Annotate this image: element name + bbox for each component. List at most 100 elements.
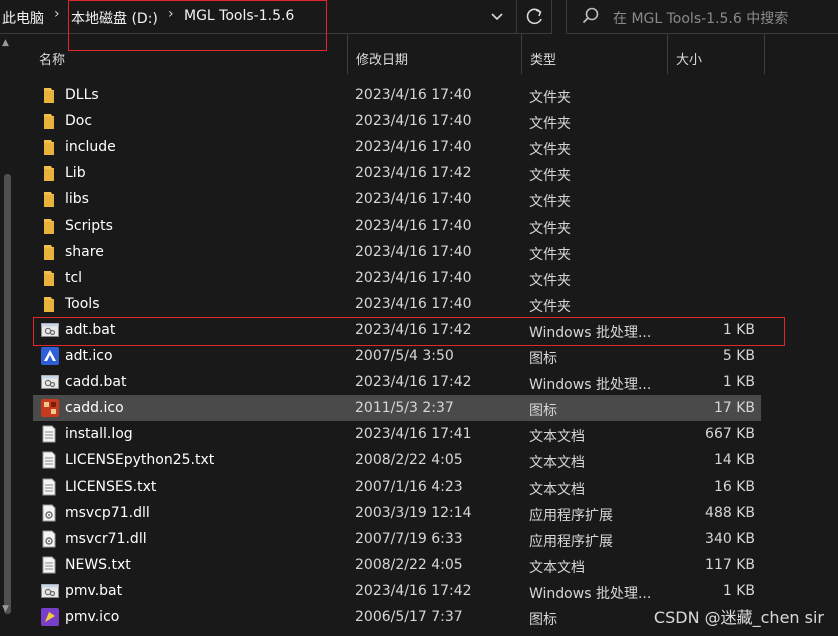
text-file-icon [41, 478, 57, 496]
file-row[interactable]: adt.ico 2007/5/4 3:50 图标 5 KB [33, 343, 761, 369]
breadcrumb-drive-d[interactable]: 本地磁盘 (D:) [71, 8, 158, 28]
search-box[interactable]: 在 MGL Tools-1.5.6 中搜索 [566, 0, 838, 34]
file-modified-date: 2023/4/16 17:41 [355, 426, 472, 443]
chevron-right-icon[interactable]: › [168, 6, 174, 22]
file-name: cadd.bat [65, 374, 127, 391]
file-row[interactable]: msvcr71.dll 2007/7/19 6:33 应用程序扩展 340 KB [33, 526, 761, 552]
file-size: 488 KB [705, 504, 755, 521]
file-row[interactable]: tcl 2023/4/16 17:40 文件夹 [33, 265, 761, 291]
file-name: tcl [65, 269, 83, 286]
column-header-type[interactable]: 类型 [522, 34, 668, 74]
chevron-down-icon[interactable] [486, 6, 508, 28]
batch-file-icon [41, 373, 59, 391]
dll-file-icon [41, 504, 57, 522]
file-name: Scripts [65, 217, 113, 234]
file-modified-date: 2023/4/16 17:40 [355, 217, 472, 234]
column-header-size[interactable]: 大小 [668, 34, 765, 74]
file-row[interactable]: cadd.bat 2023/4/16 17:42 Windows 批处理... 1 K… [33, 369, 761, 395]
file-row[interactable]: Doc 2023/4/16 17:40 文件夹 [33, 108, 761, 134]
batch-file-icon [41, 582, 59, 600]
file-type: Windows 批处理... [529, 585, 652, 602]
file-type: 文件夹 [529, 220, 571, 237]
file-name: Lib [65, 165, 86, 182]
file-row[interactable]: DLLs 2023/4/16 17:40 文件夹 [33, 82, 761, 108]
file-type: 文本文档 [529, 455, 585, 472]
file-name: adt.ico [65, 348, 113, 364]
file-type: 文件夹 [529, 90, 571, 106]
file-row[interactable]: LICENSES.txt 2007/1/16 4:23 文本文档 16 KB [33, 474, 761, 500]
file-modified-date: 2011/5/3 2:37 [355, 400, 454, 417]
file-name: LICENSEpython25.txt [65, 452, 215, 469]
folder-icon [41, 269, 57, 287]
file-name: Tools [65, 295, 100, 312]
file-size: 16 KB [713, 478, 755, 495]
file-type: Windows 批处理... [529, 324, 652, 341]
file-type: 文件夹 [529, 168, 571, 185]
refresh-button[interactable] [516, 0, 552, 34]
file-size: 117 KB [705, 556, 755, 573]
file-row[interactable]: Scripts 2023/4/16 17:40 文件夹 [33, 213, 761, 239]
file-type: 文件夹 [529, 272, 571, 289]
search-icon [582, 7, 599, 24]
column-header: 名称 修改日期 类型 大小 [15, 34, 838, 74]
scroll-down-icon[interactable]: ▼ [2, 604, 9, 614]
file-modified-date: 2023/4/16 17:40 [355, 243, 472, 260]
folder-icon [41, 190, 57, 208]
file-name: msvcp71.dll [65, 504, 150, 521]
file-row[interactable]: libs 2023/4/16 17:40 文件夹 [33, 186, 761, 212]
file-modified-date: 2007/5/4 3:50 [355, 348, 454, 364]
column-label-type: 类型 [530, 53, 557, 68]
file-type: 文件夹 [529, 246, 571, 263]
folder-icon [41, 112, 57, 130]
folder-icon [41, 164, 57, 182]
file-type: 应用程序扩展 [529, 507, 613, 524]
column-header-name[interactable]: 名称 [15, 34, 348, 74]
file-size: 1 KB [722, 374, 755, 391]
blue-ico-icon [41, 347, 59, 365]
file-modified-date: 2003/3/19 12:14 [355, 504, 472, 521]
file-modified-date: 2008/2/22 4:05 [355, 556, 463, 573]
file-name: install.log [65, 426, 133, 443]
search-placeholder: 在 MGL Tools-1.5.6 中搜索 [613, 11, 789, 27]
folder-icon [41, 295, 57, 313]
file-modified-date: 2023/4/16 17:40 [355, 269, 472, 286]
file-modified-date: 2023/4/16 17:42 [355, 374, 472, 391]
column-label-date: 修改日期 [356, 53, 409, 68]
refresh-icon [526, 8, 542, 25]
column-header-date[interactable]: 修改日期 [348, 34, 522, 74]
breadcrumb[interactable]: 此电脑 › 本地磁盘 (D:) › MGL Tools-1.5.6 [0, 0, 552, 34]
file-row[interactable]: msvcp71.dll 2003/3/19 12:14 应用程序扩展 488 KB [33, 500, 761, 526]
file-row[interactable]: install.log 2023/4/16 17:41 文本文档 667 KB [33, 421, 761, 447]
file-row[interactable]: Tools 2023/4/16 17:40 文件夹 [33, 291, 761, 317]
scroll-up-icon[interactable]: ▲ [2, 38, 9, 48]
file-modified-date: 2023/4/16 17:40 [355, 295, 472, 312]
scrollbar-thumb[interactable] [4, 174, 11, 614]
breadcrumb-this-pc[interactable]: 此电脑 [2, 8, 44, 28]
file-size: 14 KB [713, 452, 755, 469]
file-row[interactable]: NEWS.txt 2008/2/22 4:05 文本文档 117 KB [33, 552, 761, 578]
file-type: 图标 [529, 351, 557, 367]
file-name: pmv.bat [65, 582, 123, 599]
file-row[interactable]: adt.bat 2023/4/16 17:42 Windows 批处理... 1 KB [33, 317, 761, 343]
file-type: 文件夹 [529, 298, 571, 315]
file-modified-date: 2023/4/16 17:42 [355, 582, 472, 599]
vertical-scrollbar[interactable]: ▲ ▼ [0, 34, 15, 636]
file-modified-date: 2023/4/16 17:42 [355, 321, 472, 338]
text-file-icon [41, 451, 57, 469]
file-row[interactable]: pmv.ico 2006/5/17 7:37 图标 [33, 604, 761, 630]
file-row[interactable]: pmv.bat 2023/4/16 17:42 Windows 批处理... 1 KB [33, 578, 761, 604]
file-name: adt.bat [65, 321, 116, 338]
pmv-ico-icon [41, 608, 59, 626]
file-row[interactable]: LICENSEpython25.txt 2008/2/22 4:05 文本文档 14 … [33, 447, 761, 473]
batch-file-icon [41, 321, 59, 339]
file-row[interactable]: Lib 2023/4/16 17:42 文件夹 [33, 160, 761, 186]
file-row[interactable]: share 2023/4/16 17:40 文件夹 [33, 239, 761, 265]
file-modified-date: 2008/2/22 4:05 [355, 452, 463, 469]
breadcrumb-current-folder[interactable]: MGL Tools-1.5.6 [184, 8, 294, 24]
file-modified-date: 2023/4/16 17:40 [355, 113, 472, 130]
file-row[interactable]: cadd.ico 2011/5/3 2:37 图标 17 KB [33, 395, 761, 422]
file-name: DLLs [65, 87, 99, 103]
folder-icon [41, 243, 57, 261]
file-row[interactable]: include 2023/4/16 17:40 文件夹 [33, 134, 761, 160]
chevron-right-icon[interactable]: › [54, 6, 60, 22]
